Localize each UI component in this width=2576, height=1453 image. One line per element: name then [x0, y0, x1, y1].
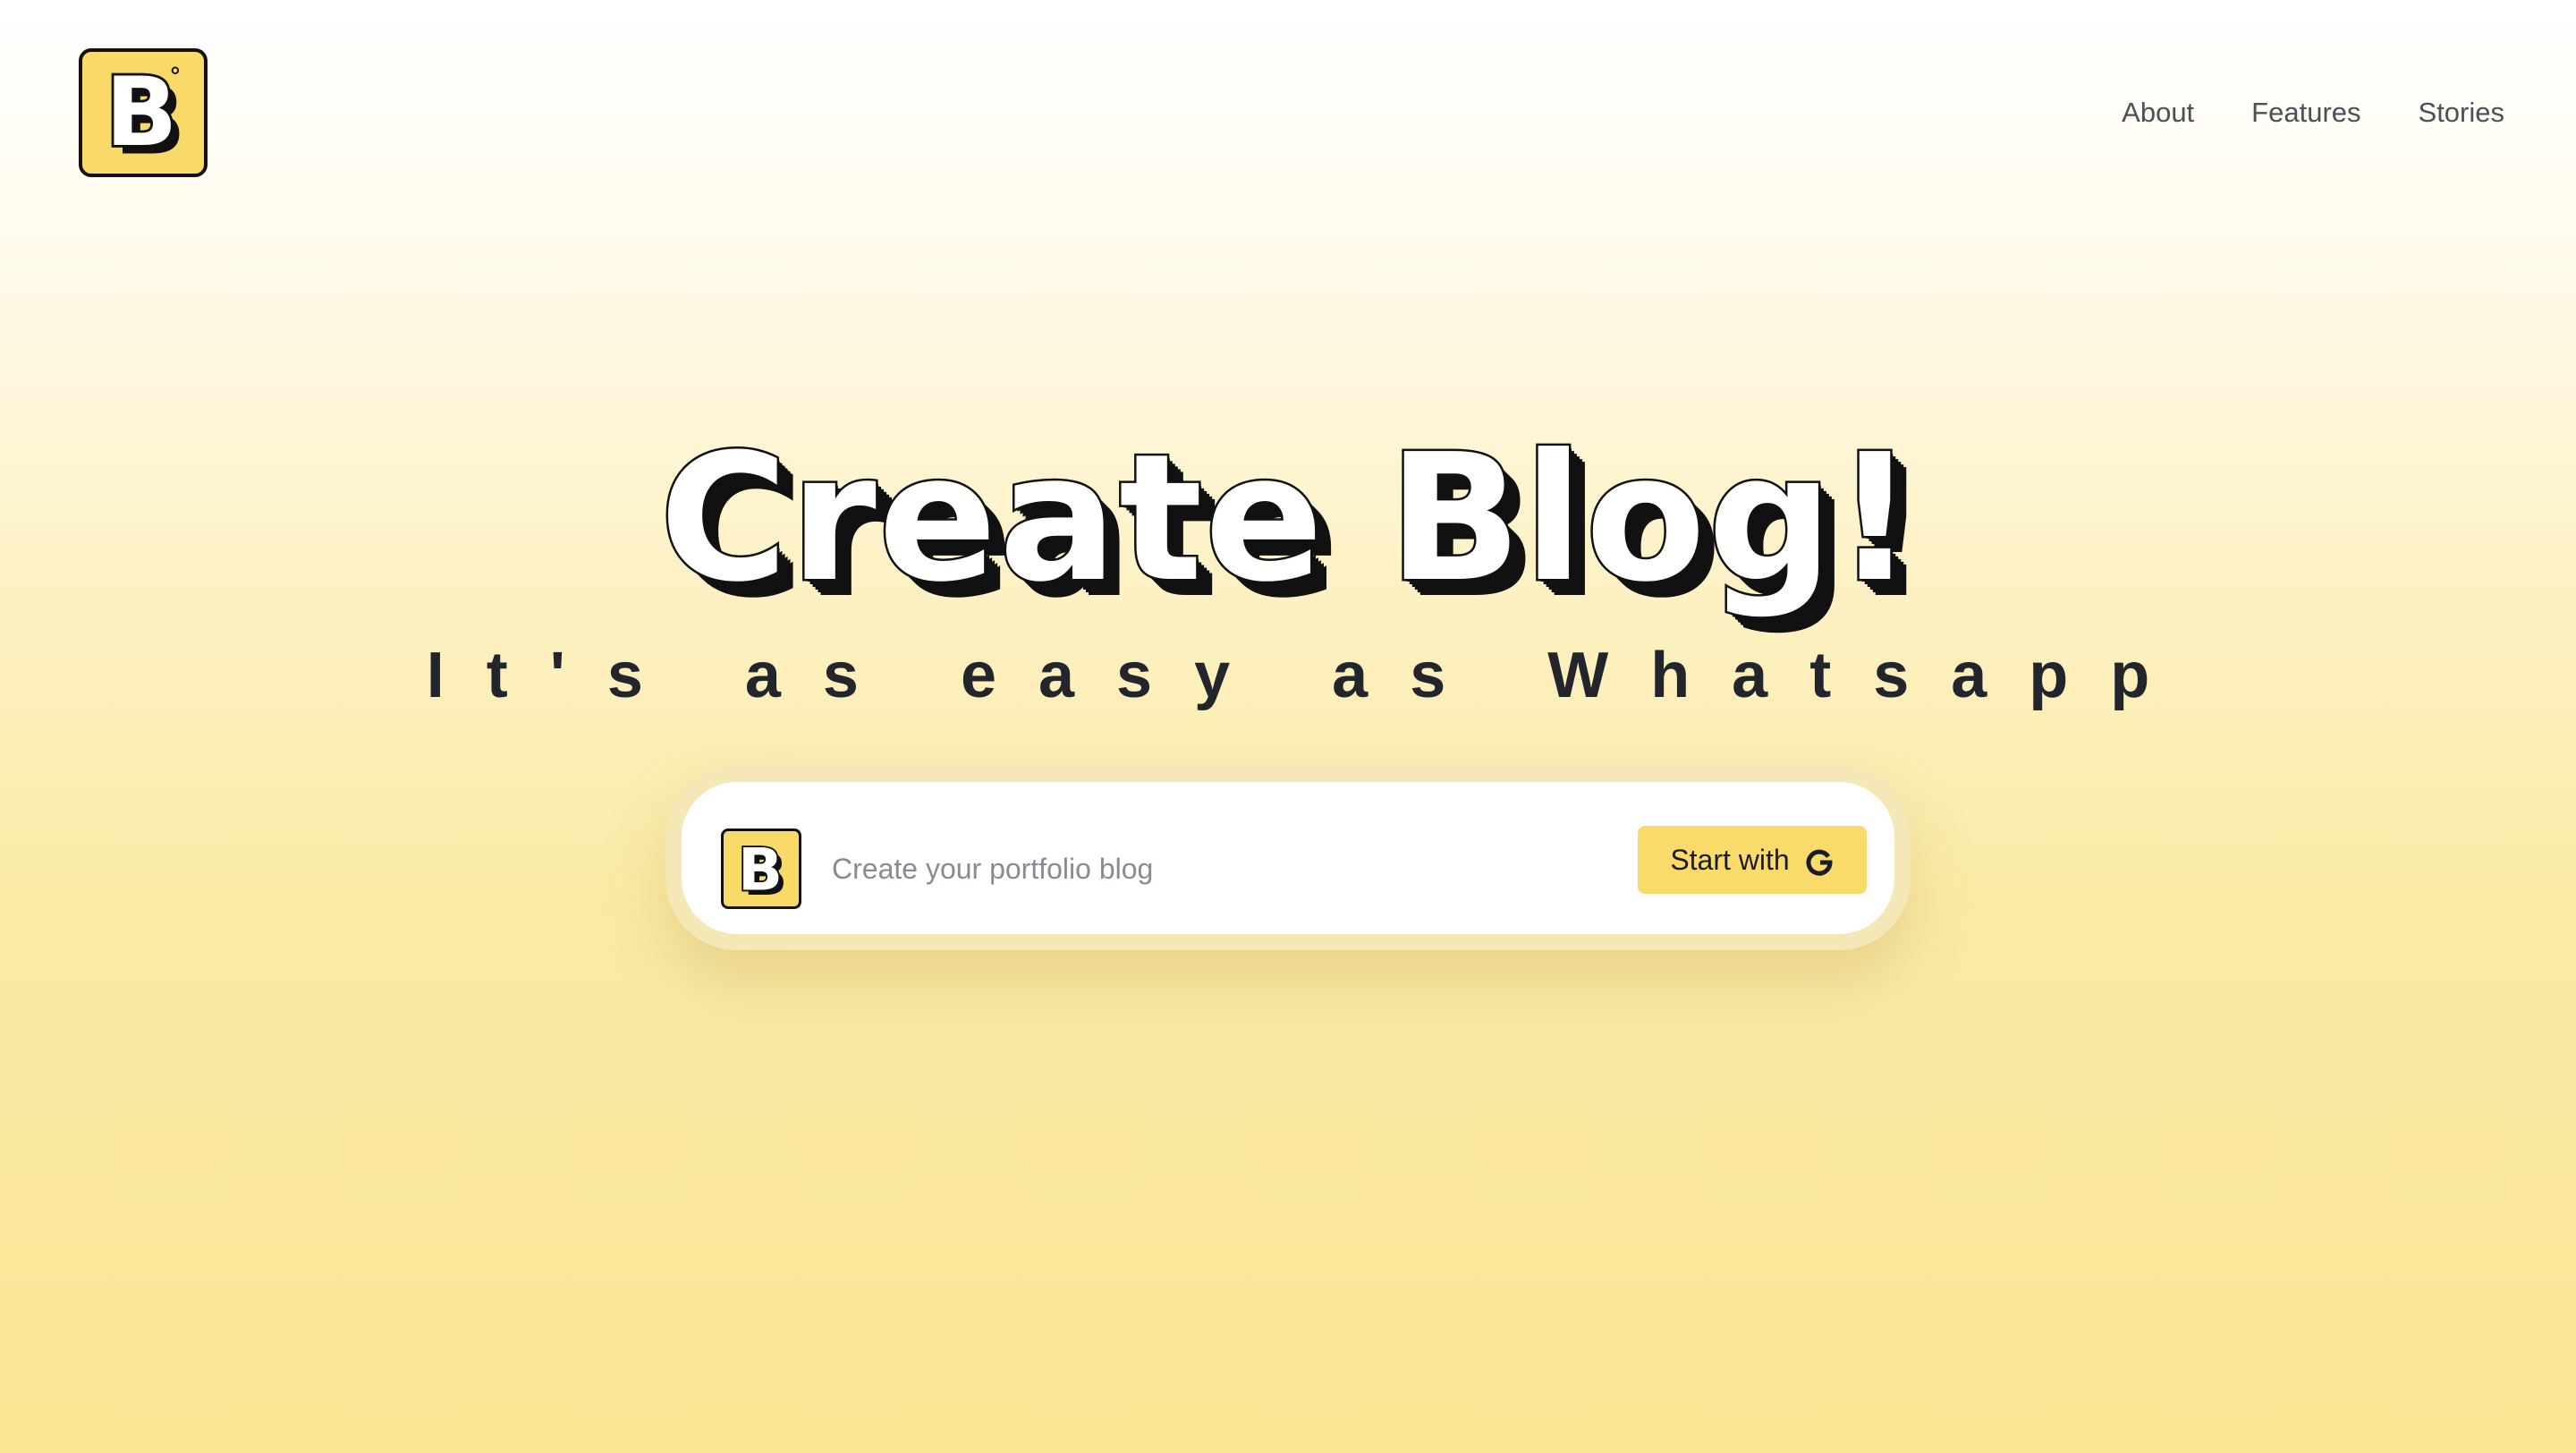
- nav-link-about[interactable]: About: [2122, 93, 2194, 132]
- nav-link-features[interactable]: Features: [2251, 93, 2360, 132]
- start-with-label: Start with: [1670, 843, 1790, 876]
- start-with-google-button[interactable]: Start with: [1638, 826, 1867, 894]
- b-logo-icon: B B: [736, 834, 787, 906]
- hero-title: Create Blog!: [657, 415, 1917, 624]
- portfolio-blog-input[interactable]: [832, 837, 1601, 900]
- nav-link-stories[interactable]: Stories: [2419, 93, 2504, 132]
- top-nav: About Features Stories: [2122, 93, 2504, 132]
- brand-logo[interactable]: B B: [79, 48, 208, 177]
- google-icon: [1806, 849, 1833, 876]
- logo-letter: B: [106, 57, 178, 167]
- create-blog-bar: B B Start with: [665, 766, 1911, 950]
- cta-logo: B B: [721, 828, 801, 909]
- b-logo-icon: B B: [103, 55, 186, 174]
- cta-logo-letter: B: [738, 836, 783, 904]
- hero-subtitle: It's as easy as Whatsapp: [426, 640, 2192, 711]
